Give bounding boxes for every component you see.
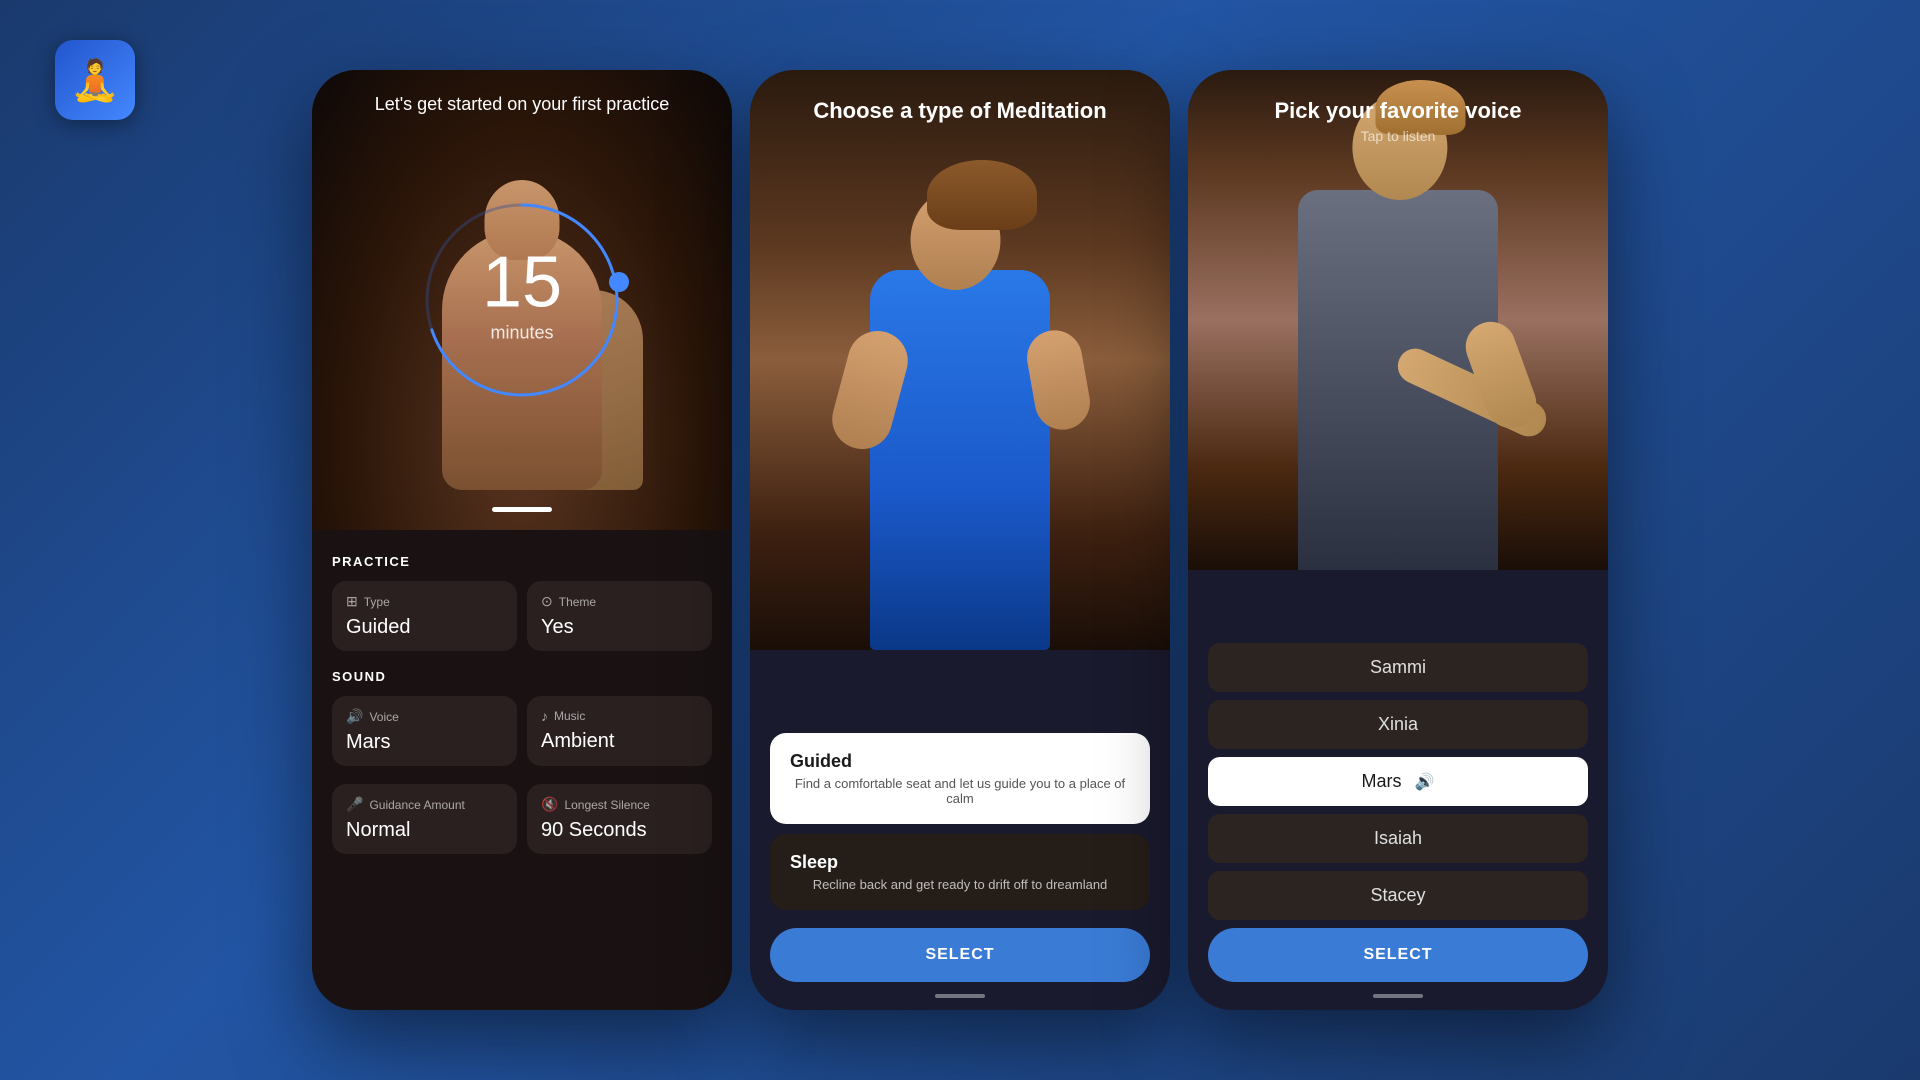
- voice-header: 🔊 Voice: [346, 708, 503, 725]
- panel3-subtitle: Tap to listen: [1188, 128, 1608, 144]
- panel-meditation-type: Choose a type of Meditation Guided Find …: [750, 70, 1170, 1010]
- scroll-indicator: [492, 507, 552, 512]
- sound-playing-icon: 🔊: [1415, 774, 1435, 791]
- timer-label: minutes: [482, 323, 562, 344]
- guidance-value: Normal: [346, 819, 503, 842]
- mute-icon: 🔇: [541, 796, 558, 813]
- type-header: ⊞ Type: [346, 593, 503, 610]
- silence-value: 90 Seconds: [541, 819, 698, 842]
- voice-options-list: Sammi Xinia Mars 🔊 Isaiah Stacey: [1208, 643, 1588, 920]
- music-value: Ambient: [541, 730, 698, 753]
- guidance-card[interactable]: 🎤 Guidance Amount Normal: [332, 784, 517, 854]
- app-icon-emoji: 🧘: [70, 57, 120, 104]
- sound-grid: 🔊 Voice Mars ♪ Music Ambient: [332, 696, 712, 766]
- panel-practice: Let's get started on your first practice…: [312, 70, 732, 1010]
- voice-option-stacey[interactable]: Stacey: [1208, 871, 1588, 920]
- timer-circle[interactable]: 15 minutes: [412, 190, 632, 410]
- clock-icon: ⊙: [541, 593, 553, 610]
- voice-option-isaiah[interactable]: Isaiah: [1208, 814, 1588, 863]
- voice-value: Mars: [346, 731, 503, 754]
- silence-header: 🔇 Longest Silence: [541, 796, 698, 813]
- meditation-image: [750, 70, 1170, 650]
- panel3-title: Pick your favorite voice: [1188, 98, 1608, 124]
- voice-option-sammi[interactable]: Sammi: [1208, 643, 1588, 692]
- timer-number: 15: [482, 247, 562, 319]
- music-icon: ♪: [541, 708, 548, 724]
- meditation-option-guided[interactable]: Guided Find a comfortable seat and let u…: [770, 733, 1150, 824]
- type-card[interactable]: ⊞ Type Guided: [332, 581, 517, 651]
- theme-header: ⊙ Theme: [541, 593, 698, 610]
- panel2-title: Choose a type of Meditation: [750, 98, 1170, 124]
- panel2-select-button[interactable]: SELECT: [770, 928, 1150, 982]
- panel3-header: Pick your favorite voice Tap to listen: [1188, 98, 1608, 144]
- theme-value: Yes: [541, 616, 698, 639]
- timer-display: 15 minutes: [482, 247, 562, 344]
- silence-card[interactable]: 🔇 Longest Silence 90 Seconds: [527, 784, 712, 854]
- panel2-scroll-indicator: [935, 994, 985, 998]
- voice-option-mars[interactable]: Mars 🔊: [1208, 757, 1588, 806]
- guidance-header: 🎤 Guidance Amount: [346, 796, 503, 813]
- panel-voice-pick: Pick your favorite voice Tap to listen S…: [1188, 70, 1608, 1010]
- mic-icon: 🎤: [346, 796, 363, 813]
- meditation-options: Guided Find a comfortable seat and let u…: [770, 733, 1150, 910]
- grid-icon: ⊞: [346, 593, 358, 610]
- extra-grid: 🎤 Guidance Amount Normal 🔇 Longest Silen…: [332, 784, 712, 854]
- sound-section-label: SOUND: [332, 669, 712, 684]
- guided-title: Guided: [790, 751, 1130, 772]
- practice-section-label: PRACTICE: [332, 554, 712, 569]
- sleep-title: Sleep: [790, 852, 1130, 873]
- voice-image: [1188, 70, 1608, 570]
- type-value: Guided: [346, 616, 503, 639]
- voice-card[interactable]: 🔊 Voice Mars: [332, 696, 517, 766]
- meditation-option-sleep[interactable]: Sleep Recline back and get ready to drif…: [770, 834, 1150, 910]
- practice-settings: PRACTICE ⊞ Type Guided ⊙ Theme Yes SOUND: [312, 530, 732, 1010]
- volume-icon: 🔊: [346, 708, 363, 725]
- music-header: ♪ Music: [541, 708, 698, 724]
- practice-image: 15 minutes: [312, 70, 732, 530]
- panel1-header: Let's get started on your first practice: [312, 94, 732, 115]
- panel3-select-button[interactable]: SELECT: [1208, 928, 1588, 982]
- sleep-desc: Recline back and get ready to drift off …: [790, 877, 1130, 892]
- guided-desc: Find a comfortable seat and let us guide…: [790, 776, 1130, 806]
- voice-option-xinia[interactable]: Xinia: [1208, 700, 1588, 749]
- music-card[interactable]: ♪ Music Ambient: [527, 696, 712, 766]
- app-icon[interactable]: 🧘: [55, 40, 135, 120]
- practice-grid: ⊞ Type Guided ⊙ Theme Yes: [332, 581, 712, 651]
- theme-card[interactable]: ⊙ Theme Yes: [527, 581, 712, 651]
- panel3-scroll-indicator: [1373, 994, 1423, 998]
